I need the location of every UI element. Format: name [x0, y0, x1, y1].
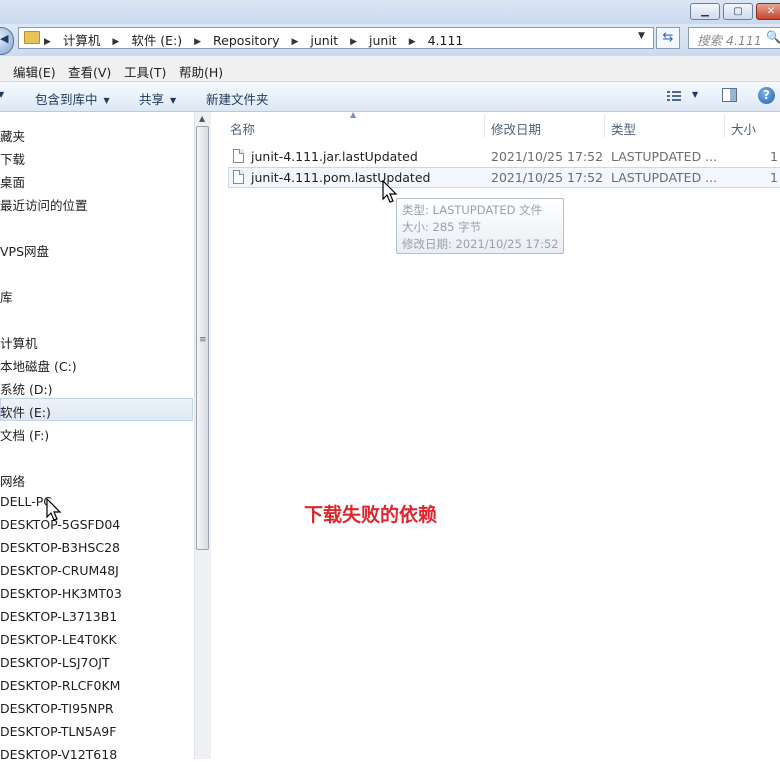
- nav-item[interactable]: 下载: [0, 149, 25, 168]
- nav-item[interactable]: 计算机: [0, 333, 38, 352]
- refresh-icon: ⇆: [662, 30, 674, 45]
- menu-view[interactable]: 查看(V): [68, 62, 111, 81]
- tooltip-date: 修改日期: 2021/10/25 17:52: [402, 237, 559, 251]
- scrollbar-grip-icon: ≡: [199, 335, 207, 345]
- nav-item[interactable]: 软件 (E:): [0, 402, 51, 421]
- view-options-icon[interactable]: [666, 89, 682, 103]
- column-divider[interactable]: [724, 114, 725, 138]
- sort-ascending-icon: ▲: [350, 110, 357, 119]
- breadcrumb-item-junit-group[interactable]: junit: [310, 33, 338, 48]
- tooltip-size: 大小: 285 字节: [402, 220, 482, 234]
- nav-item[interactable]: 最近访问的位置: [0, 195, 88, 214]
- column-header-name[interactable]: 名称: [230, 119, 255, 138]
- nav-item[interactable]: DESKTOP-RLCF0KM: [0, 678, 120, 693]
- nav-item[interactable]: DESKTOP-B3HSC28: [0, 540, 120, 555]
- column-header-type[interactable]: 类型: [611, 119, 636, 138]
- file-type: LASTUPDATED ...: [611, 149, 718, 164]
- menu-edit[interactable]: 编辑(E): [13, 62, 56, 81]
- column-header-size[interactable]: 大小: [731, 119, 756, 138]
- refresh-button[interactable]: ⇆: [656, 27, 680, 49]
- folder-icon: [24, 31, 40, 44]
- close-button[interactable]: ✕: [756, 3, 780, 20]
- file-icon: [233, 149, 244, 163]
- nav-item[interactable]: DESKTOP-L3713B1: [0, 609, 117, 624]
- file-row[interactable]: junit-4.111.jar.lastUpdated 2021/10/25 1…: [228, 146, 780, 167]
- menu-help[interactable]: 帮助(H): [179, 62, 223, 81]
- tooltip-type: 类型: LASTUPDATED 文件: [402, 203, 543, 217]
- file-icon: [233, 170, 244, 184]
- file-modified: 2021/10/25 17:52: [491, 170, 604, 185]
- menu-tools[interactable]: 工具(T): [124, 62, 166, 81]
- title-bar: [0, 0, 780, 24]
- column-divider[interactable]: [604, 114, 605, 138]
- command-bar: [0, 82, 780, 112]
- nav-item[interactable]: 网络: [0, 471, 25, 490]
- file-type: LASTUPDATED ...: [611, 170, 718, 185]
- breadcrumb[interactable]: ▶ 计算机 ▶ 软件 (E:) ▶ Repository ▶ junit ▶ j…: [44, 30, 471, 49]
- nav-item[interactable]: VPS网盘: [0, 241, 49, 260]
- nav-item[interactable]: 本地磁盘 (C:): [0, 356, 77, 375]
- nav-item[interactable]: DELL-PC: [0, 494, 52, 509]
- minimize-button[interactable]: ▁: [690, 3, 720, 20]
- scroll-up-icon[interactable]: ▲: [199, 114, 205, 123]
- breadcrumb-item-version[interactable]: 4.111: [428, 33, 464, 48]
- column-header-modified[interactable]: 修改日期: [491, 119, 541, 138]
- view-dropdown-icon[interactable]: ▼: [692, 90, 698, 99]
- chevron-down-icon: ▼: [170, 96, 177, 105]
- file-name: junit-4.111.jar.lastUpdated: [251, 149, 418, 164]
- nav-item[interactable]: DESKTOP-TI95NPR: [0, 701, 114, 716]
- nav-item[interactable]: DESKTOP-TLN5A9F: [0, 724, 116, 739]
- share-label: 共享: [139, 92, 165, 107]
- breadcrumb-item-computer[interactable]: 计算机: [63, 30, 101, 49]
- nav-item[interactable]: DESKTOP-CRUM48J: [0, 563, 119, 578]
- maximize-button[interactable]: ▢: [723, 3, 753, 20]
- nav-item[interactable]: DESKTOP-V12T618: [0, 747, 117, 762]
- nav-item[interactable]: DESKTOP-LSJ7OJT: [0, 655, 110, 670]
- breadcrumb-item-repository[interactable]: Repository: [213, 33, 279, 48]
- organize-dropdown-icon[interactable]: ▼: [0, 90, 4, 99]
- address-dropdown-icon[interactable]: ▼: [638, 31, 645, 41]
- file-size: 1: [770, 149, 778, 164]
- nav-item[interactable]: 桌面: [0, 172, 25, 191]
- nav-item[interactable]: DESKTOP-HK3MT03: [0, 586, 122, 601]
- breadcrumb-item-drive-e[interactable]: 软件 (E:): [131, 30, 182, 49]
- include-in-library-button[interactable]: 包含到库中 ▼: [35, 89, 110, 108]
- column-divider[interactable]: [484, 114, 485, 138]
- nav-item[interactable]: DESKTOP-LE4T0KK: [0, 632, 117, 647]
- nav-item[interactable]: 文档 (F:): [0, 425, 49, 444]
- include-in-library-label: 包含到库中: [35, 92, 98, 107]
- preview-pane-icon[interactable]: [722, 88, 737, 102]
- file-row[interactable]: junit-4.111.pom.lastUpdated 2021/10/25 1…: [228, 167, 780, 188]
- help-icon[interactable]: ?: [758, 87, 775, 104]
- nav-item[interactable]: 系统 (D:): [0, 379, 53, 398]
- search-placeholder: 搜索 4.111: [697, 33, 762, 48]
- file-modified: 2021/10/25 17:52: [491, 149, 604, 164]
- annotation-text: 下载失败的依赖: [304, 504, 438, 526]
- nav-item[interactable]: 藏夹: [0, 126, 25, 145]
- breadcrumb-separator-icon[interactable]: ▶: [350, 37, 357, 47]
- back-arrow-icon: ◀: [0, 32, 9, 45]
- menu-bar: [0, 56, 780, 82]
- breadcrumb-separator-icon[interactable]: ▶: [44, 37, 51, 47]
- nav-item[interactable]: 库: [0, 287, 13, 306]
- search-icon[interactable]: 🔍: [766, 30, 780, 44]
- breadcrumb-separator-icon[interactable]: ▶: [194, 37, 201, 47]
- breadcrumb-separator-icon[interactable]: ▶: [112, 37, 119, 47]
- breadcrumb-separator-icon[interactable]: ▶: [292, 37, 299, 47]
- chevron-down-icon: ▼: [103, 96, 110, 105]
- file-name: junit-4.111.pom.lastUpdated: [251, 170, 431, 185]
- breadcrumb-item-junit-artifact[interactable]: junit: [369, 33, 397, 48]
- file-size: 1: [770, 170, 778, 185]
- breadcrumb-separator-icon[interactable]: ▶: [409, 37, 416, 47]
- new-folder-button[interactable]: 新建文件夹: [206, 89, 269, 108]
- share-button[interactable]: 共享 ▼: [139, 89, 176, 108]
